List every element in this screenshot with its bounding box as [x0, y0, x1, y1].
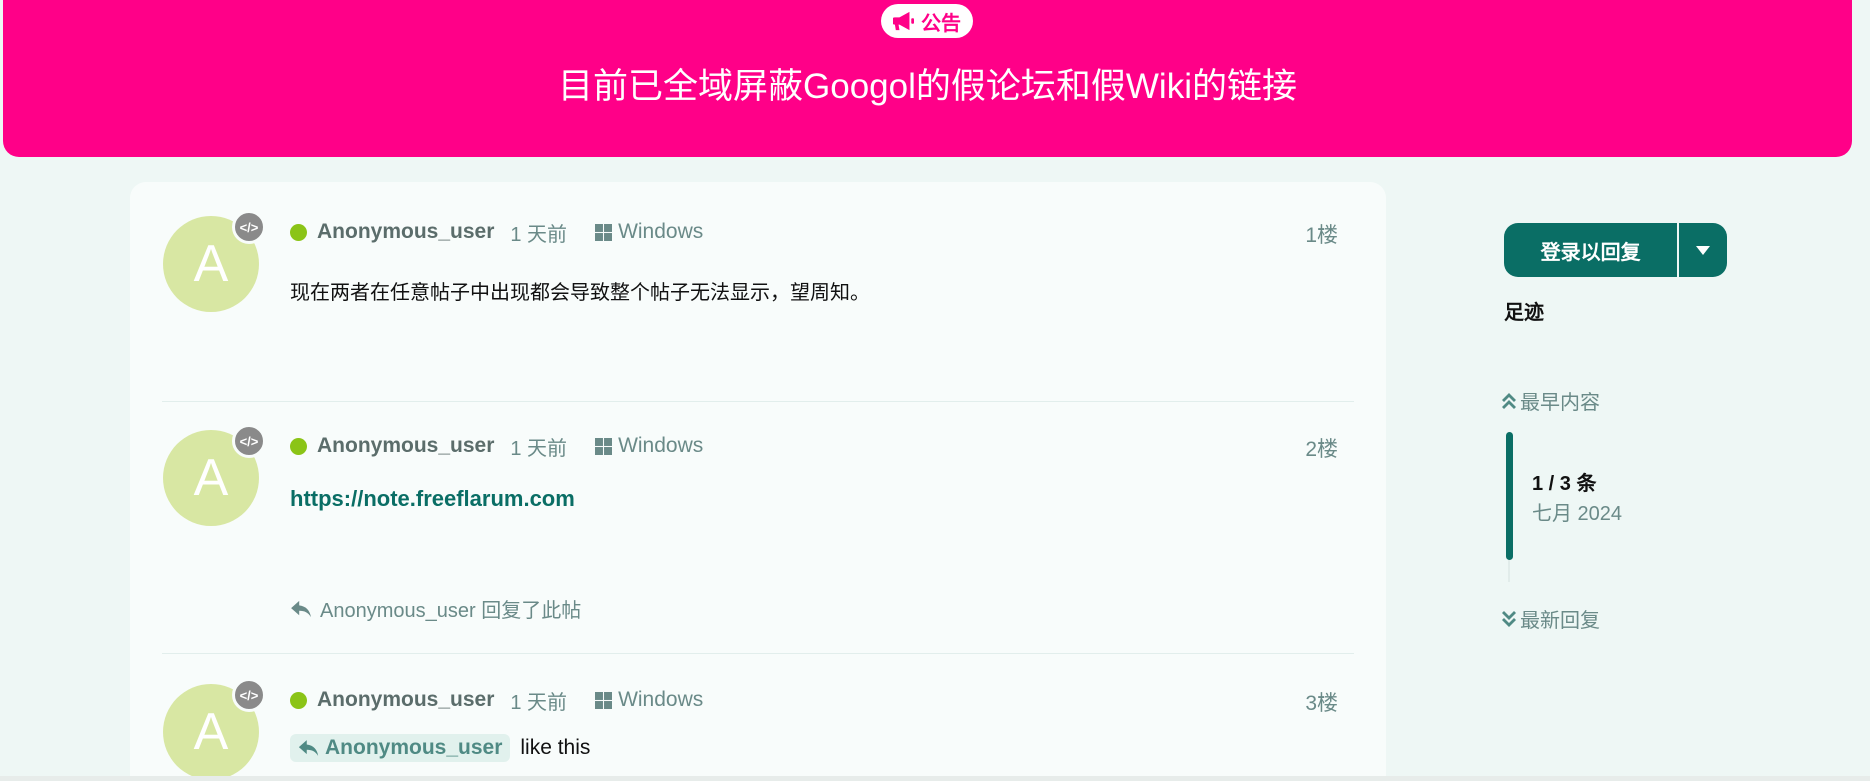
floor-number[interactable]: 1楼 — [1305, 219, 1338, 249]
replied-by[interactable]: Anonymous_user 回复了此帖 — [290, 594, 581, 623]
post-time[interactable]: 1 天前 — [510, 686, 567, 715]
footprint-label: 足迹 — [1504, 302, 1544, 324]
post-header: Anonymous_user 1 天前 Windows — [290, 686, 703, 715]
online-status-icon — [290, 437, 307, 455]
post-author[interactable]: Anonymous_user — [317, 220, 494, 244]
post-2: A </> Anonymous_user 1 天前 Windows 2楼 htt… — [130, 402, 1386, 654]
post-os-label: Windows — [618, 434, 704, 457]
windows-icon — [595, 691, 613, 709]
reply-button-group: 登录以回复 — [1504, 223, 1727, 277]
post-3: A </> Anonymous_user 1 天前 Windows 3楼 Ano… — [130, 654, 1386, 781]
bottom-edge — [0, 776, 1870, 781]
discussion-title: 目前已全域屏蔽Googol的假论坛和假Wiki的链接 — [558, 67, 1297, 106]
caret-down-icon — [1696, 245, 1711, 255]
post-body: https://note.freeflarum.com — [290, 486, 575, 512]
announcement-badge-label: 公告 — [921, 12, 961, 35]
page: 公告 目前已全域屏蔽Googol的假论坛和假Wiki的链接 A </> Anon… — [0, 0, 1870, 781]
floor-number[interactable]: 3楼 — [1305, 687, 1338, 717]
announcement-badge[interactable]: 公告 — [881, 4, 973, 38]
post-stream: A </> Anonymous_user 1 天前 Windows 1楼 现在两… — [130, 182, 1386, 781]
windows-icon — [595, 223, 613, 241]
windows-icon — [595, 437, 613, 455]
scrubber-handle[interactable] — [1506, 432, 1513, 560]
login-to-reply-button[interactable]: 登录以回复 — [1504, 223, 1678, 277]
post-time[interactable]: 1 天前 — [510, 218, 567, 247]
post-time[interactable]: 1 天前 — [510, 432, 567, 461]
double-chevron-up-icon — [1502, 392, 1516, 409]
post-os: Windows — [595, 220, 703, 244]
online-status-icon — [290, 223, 307, 241]
scrubber-count: 1 / 3 条 — [1532, 473, 1597, 495]
reply-dropdown-button[interactable] — [1679, 223, 1727, 277]
announcement-hero: 公告 目前已全域屏蔽Googol的假论坛和假Wiki的链接 — [3, 0, 1852, 157]
post-header: Anonymous_user 1 天前 Windows — [290, 432, 703, 461]
post-os: Windows — [595, 434, 703, 458]
post-author[interactable]: Anonymous_user — [317, 688, 494, 712]
post-os-label: Windows — [618, 688, 704, 711]
scrubber-date: 七月 2024 — [1532, 503, 1623, 525]
scrubber-first-link[interactable]: 最早内容 — [1502, 386, 1600, 415]
online-status-icon — [290, 691, 307, 709]
post-1: A </> Anonymous_user 1 天前 Windows 1楼 现在两… — [130, 182, 1386, 402]
post-body: 现在两者在任意帖子中出现都会导致整个帖子无法显示，望周知。 — [290, 282, 870, 304]
post-mention-label: Anonymous_user — [325, 736, 503, 759]
reply-icon — [298, 740, 319, 756]
post-header: Anonymous_user 1 天前 Windows — [290, 218, 703, 247]
post-mention[interactable]: Anonymous_user — [290, 734, 511, 762]
replied-by-label: Anonymous_user 回复了此帖 — [320, 600, 582, 622]
floor-number[interactable]: 2楼 — [1305, 433, 1338, 463]
post-os: Windows — [595, 688, 703, 712]
post-body-text: like this — [520, 736, 591, 759]
developer-badge-icon: </> — [232, 210, 266, 244]
bullhorn-icon — [893, 11, 914, 31]
scrubber-last-link[interactable]: 最新回复 — [1502, 604, 1600, 633]
post-link[interactable]: https://note.freeflarum.com — [290, 486, 575, 511]
post-body: Anonymous_user like this — [290, 734, 590, 762]
developer-badge-icon: </> — [232, 424, 266, 458]
post-os-label: Windows — [618, 220, 704, 243]
developer-badge-icon: </> — [232, 678, 266, 712]
double-chevron-down-icon — [1502, 610, 1516, 627]
post-author[interactable]: Anonymous_user — [317, 434, 494, 458]
scrubber-last-label: 最新回复 — [1520, 610, 1600, 632]
reply-icon — [291, 600, 311, 617]
scrubber-first-label: 最早内容 — [1520, 392, 1600, 414]
